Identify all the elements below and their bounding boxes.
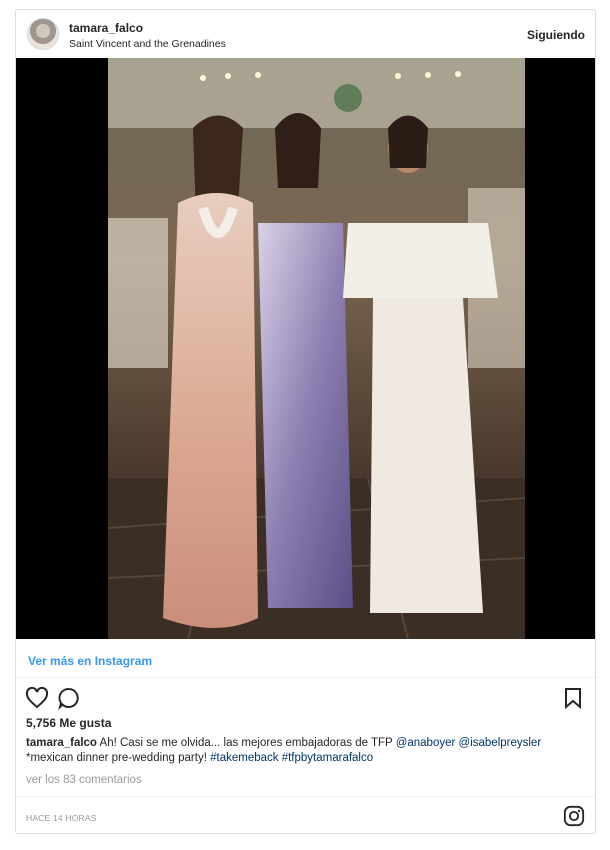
post-media[interactable] [16,58,595,639]
mention-isabelpreysler[interactable]: @isabelpreysler [459,737,542,749]
caption-text-2: *mexican dinner pre-wedding party! [26,752,211,764]
post-photo [108,58,525,639]
username[interactable]: tamara_falco [69,21,143,35]
instagram-logo-icon[interactable] [563,805,585,827]
post-footer: HACE 14 HORAS [16,796,595,834]
avatar[interactable] [27,18,59,50]
heart-icon[interactable] [25,686,49,710]
mention-anaboyer[interactable]: @anaboyer [396,737,456,749]
location[interactable]: Saint Vincent and the Grenadines [69,38,226,50]
comment-icon[interactable] [57,686,81,710]
hashtag-takemeback[interactable]: #takemeback [210,752,278,764]
view-comments-link[interactable]: ver los 83 comentarios [26,774,142,786]
action-bar [16,680,595,716]
instagram-embed-card: tamara_falco Saint Vincent and the Grena… [15,9,596,834]
divider [16,677,595,678]
post-header: tamara_falco Saint Vincent and the Grena… [16,10,595,58]
caption-text: Ah! Casi se me olvida... las mejores emb… [99,737,396,749]
bookmark-icon[interactable] [561,686,585,710]
hashtag-tfpbytamarafalco[interactable]: #tfpbytamarafalco [282,752,373,764]
caption: tamara_falco Ah! Casi se me olvida... la… [26,736,586,766]
likes-count[interactable]: 5,756 Me gusta [26,716,111,730]
follow-button[interactable]: Siguiendo [527,28,585,42]
timestamp[interactable]: HACE 14 HORAS [26,813,97,823]
caption-author[interactable]: tamara_falco [26,737,97,749]
view-more-on-instagram-link[interactable]: Ver más en Instagram [28,654,152,668]
